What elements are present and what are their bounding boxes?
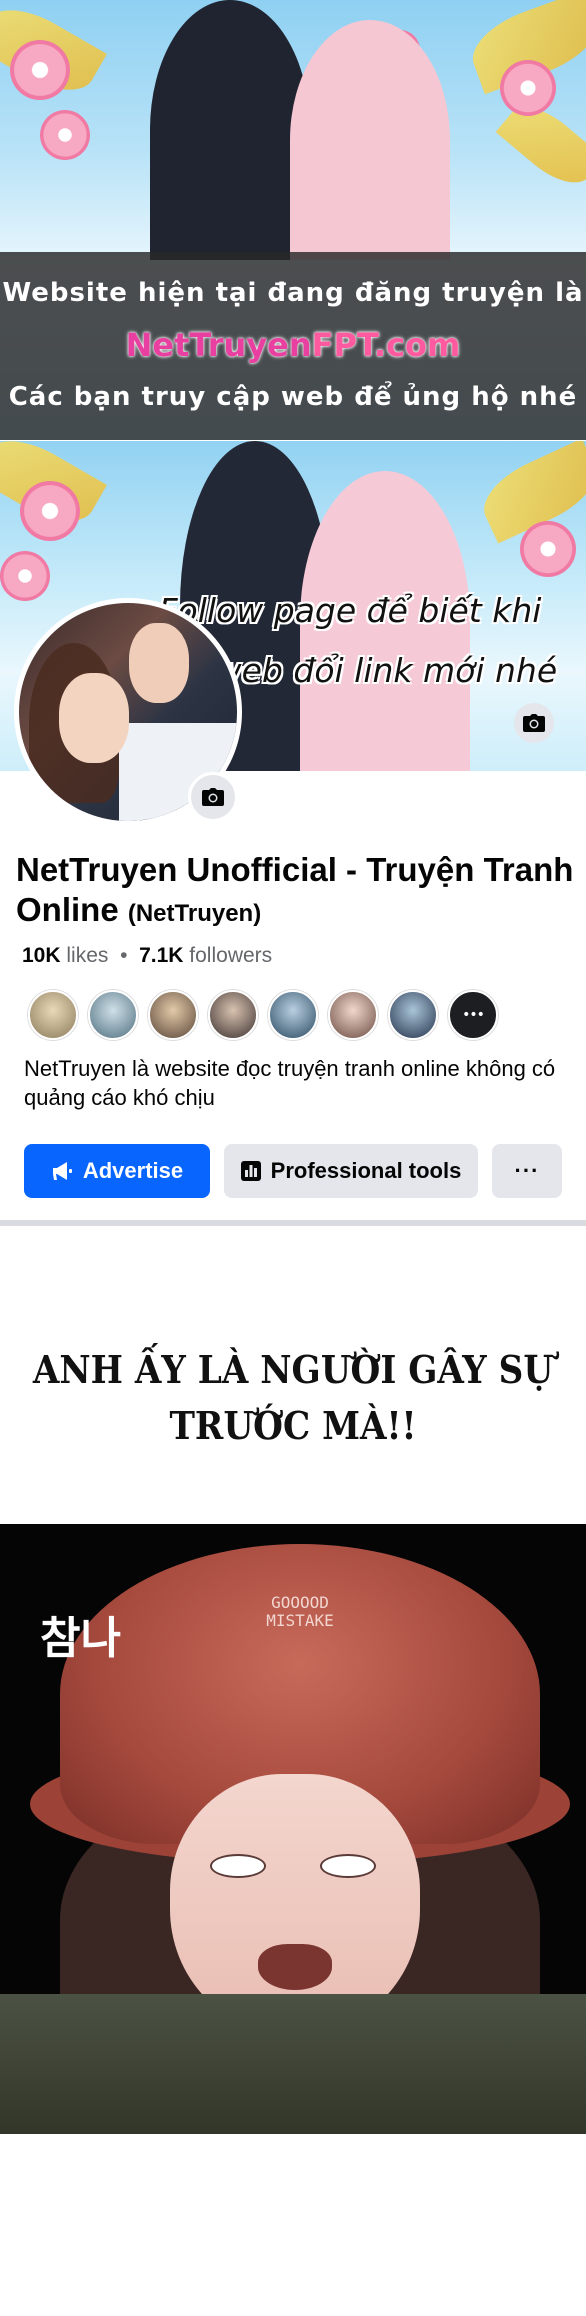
follower-avatar[interactable] xyxy=(388,990,438,1040)
banner-text-line1: Website hiện tại đang đăng truyện là xyxy=(2,278,584,308)
megaphone-icon xyxy=(52,1162,72,1180)
page-bio: NetTruyen là website đọc truyện tranh on… xyxy=(24,1056,556,1110)
follower-avatars: ••• xyxy=(28,990,498,1040)
camera-icon xyxy=(202,788,224,806)
page-stats: 10K likes • 7.1K followers xyxy=(22,944,272,968)
page-name-text: NetTruyen Unofficial - Truyện Tranh Onli… xyxy=(16,851,574,928)
follower-avatar[interactable] xyxy=(148,990,198,1040)
section-divider xyxy=(0,1220,586,1226)
banner-text-line3: Các bạn truy cập web để ủng hộ nhé xyxy=(8,382,578,412)
advertise-button[interactable]: Advertise xyxy=(24,1144,210,1198)
more-options-icon: ··· xyxy=(514,1158,540,1183)
promo-banner: Website hiện tại đang đăng truyện là Net… xyxy=(0,0,586,440)
likes-label: likes xyxy=(66,944,109,967)
follower-avatar[interactable] xyxy=(28,990,78,1040)
professional-tools-label: Professional tools xyxy=(270,1158,462,1183)
professional-tools-button[interactable]: Professional tools xyxy=(224,1144,478,1198)
edit-profile-camera-button[interactable] xyxy=(188,772,238,822)
edit-cover-camera-button[interactable] xyxy=(514,703,554,743)
advertise-label: Advertise xyxy=(82,1158,184,1183)
follower-avatar[interactable] xyxy=(208,990,258,1040)
site-brand-logo: NetTruyenFPT.com xyxy=(0,326,586,364)
followers-count[interactable]: 7.1K xyxy=(139,944,183,967)
bar-chart-icon xyxy=(240,1161,261,1181)
follower-avatar[interactable] xyxy=(268,990,318,1040)
follower-avatar[interactable] xyxy=(328,990,378,1040)
brand-part1: NetTruyen xyxy=(125,326,312,364)
more-options-button[interactable]: ··· xyxy=(492,1144,562,1198)
more-followers-button[interactable]: ••• xyxy=(448,990,498,1040)
sound-effect-text: 참나 xyxy=(40,1613,121,1664)
comic-panel: GOOOOD MISTAKE 참나 xyxy=(0,1524,586,2134)
brand-part2: FPT.com xyxy=(311,326,461,364)
hat-print: GOOOOD MISTAKE xyxy=(240,1594,360,1630)
speech-line1: ANH ẤY LÀ NGƯỜI GÂY SỰ xyxy=(32,1347,554,1392)
hat-print-line2: MISTAKE xyxy=(266,1611,334,1630)
speech-text: ANH ẤY LÀ NGƯỜI GÂY SỰ TRƯỚC MÀ!! xyxy=(29,1342,556,1454)
follower-avatar[interactable] xyxy=(88,990,138,1040)
camera-icon xyxy=(523,714,545,732)
more-icon: ••• xyxy=(462,1007,485,1023)
speech-line2: TRƯỚC MÀ!! xyxy=(169,1403,417,1448)
page-handle: (NetTruyen) xyxy=(127,900,262,927)
stats-separator: • xyxy=(120,944,128,967)
page-bottom xyxy=(0,2134,586,2316)
hat-print-line1: GOOOOD xyxy=(271,1593,329,1612)
followers-label: followers xyxy=(189,944,273,967)
likes-count[interactable]: 10K xyxy=(22,944,61,967)
page-title[interactable]: NetTruyen Unofficial - Truyện Tranh Onli… xyxy=(16,850,576,934)
